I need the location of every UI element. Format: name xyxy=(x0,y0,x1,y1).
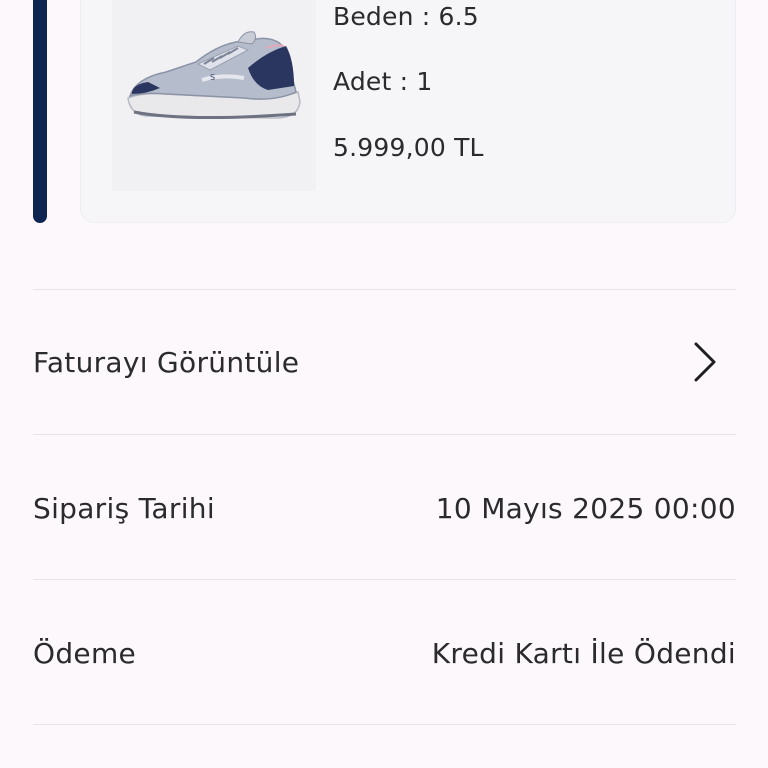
view-invoice-row[interactable]: Faturayı Görüntüle xyxy=(33,322,736,402)
payment-label: Ödeme xyxy=(33,636,137,670)
order-date-row: Sipariş Tarihi 10 Mayıs 2025 00:00 xyxy=(33,468,736,548)
divider xyxy=(33,434,736,435)
divider xyxy=(33,289,736,290)
svg-text:S: S xyxy=(210,73,215,82)
sneaker-image: S xyxy=(127,31,301,120)
chevron-right-icon[interactable] xyxy=(690,340,720,384)
divider xyxy=(33,579,736,580)
view-invoice-label: Faturayı Görüntüle xyxy=(33,345,300,379)
order-detail-screen: S Beden : 6.5 Adet : 1 5.999,00 TL Fatur… xyxy=(0,0,768,768)
product-quantity: Adet : 1 xyxy=(333,67,433,96)
order-date-label: Sipariş Tarihi xyxy=(33,491,215,525)
payment-value: Kredi Kartı İle Ödendi xyxy=(431,636,736,670)
product-size: Beden : 6.5 xyxy=(333,2,479,31)
product-image[interactable]: S xyxy=(112,0,316,191)
order-accent-bar xyxy=(33,0,47,223)
divider xyxy=(33,724,736,725)
product-price: 5.999,00 TL xyxy=(333,133,484,162)
order-date-value: 10 Mayıs 2025 00:00 xyxy=(435,491,736,525)
payment-row: Ödeme Kredi Kartı İle Ödendi xyxy=(33,613,736,693)
